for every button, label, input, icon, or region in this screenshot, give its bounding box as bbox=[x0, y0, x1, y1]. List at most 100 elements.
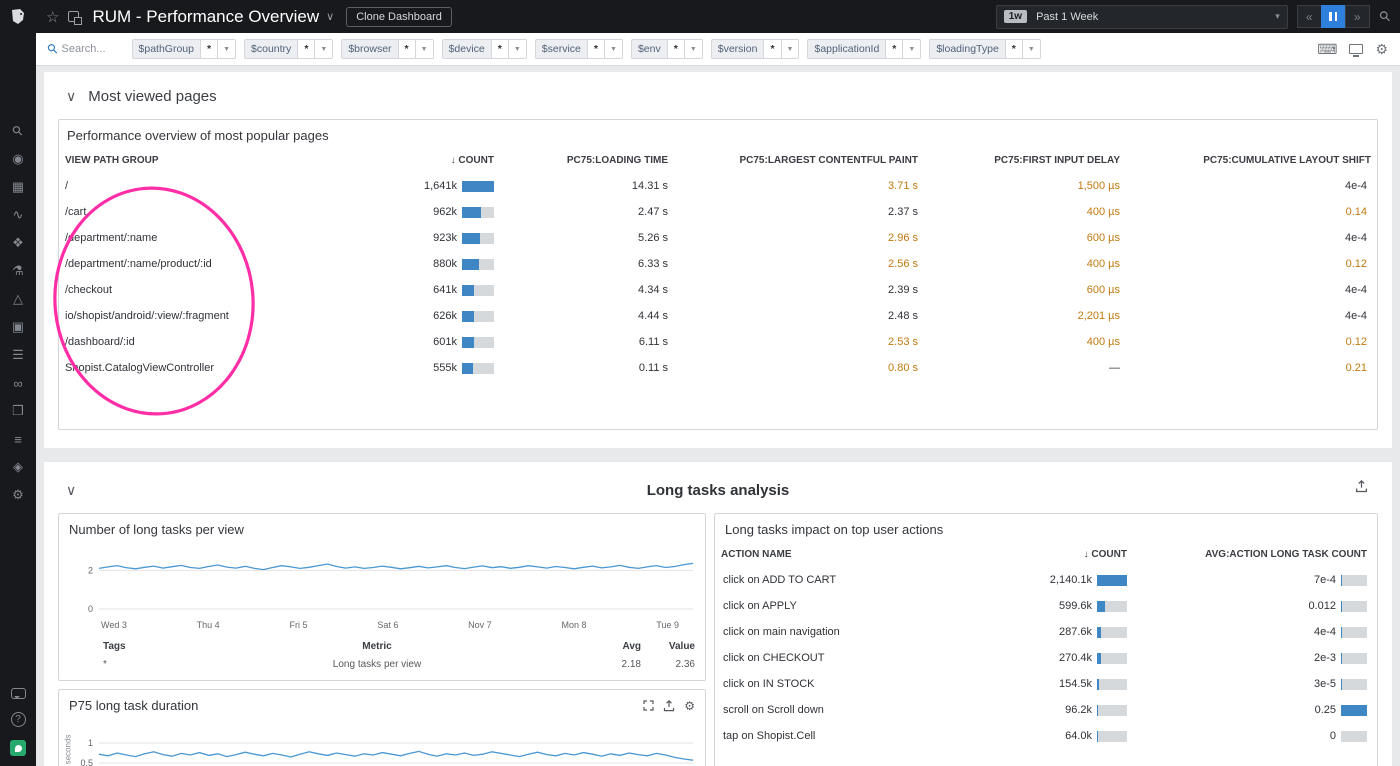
time-forward-button[interactable]: » bbox=[1345, 5, 1370, 28]
monitors-icon[interactable]: ☰ bbox=[12, 341, 24, 369]
x-axis-labels: Wed 3Thu 4Fri 5Sat 6Nov 7Mon 8Tue 9 bbox=[59, 620, 705, 636]
column-loading-time[interactable]: PC75:LOADING TIME bbox=[494, 151, 674, 173]
infrastructure-icon[interactable]: ▣ bbox=[12, 313, 24, 341]
lcp-cell: 0.80 s bbox=[674, 362, 924, 374]
lcp-cell: 2.37 s bbox=[674, 206, 924, 218]
settings-icon[interactable]: ⚙ bbox=[12, 481, 24, 509]
table-row[interactable]: /department/:name/product/:id880k6.33 s2… bbox=[59, 251, 1377, 277]
dashboards-icon[interactable]: ▦ bbox=[12, 173, 24, 201]
column-action-name[interactable]: ACTION NAME bbox=[715, 545, 952, 567]
table-row[interactable]: click on IN STOCK154.5k3e-5 bbox=[715, 671, 1377, 697]
column-avg-long-task-count[interactable]: AVG:ACTION LONG TASK COUNT bbox=[1127, 545, 1377, 567]
title-chevron-down-icon[interactable]: ∨ bbox=[326, 10, 334, 23]
x-tick-label: Wed 3 bbox=[101, 620, 127, 630]
collapse-chevron-icon[interactable]: ∨ bbox=[66, 88, 76, 105]
column-count[interactable]: ↓ COUNT bbox=[369, 151, 494, 173]
search-icon[interactable]: ⚲ bbox=[12, 117, 24, 145]
datadog-logo[interactable] bbox=[0, 0, 36, 33]
legend-row[interactable]: * Long tasks per view 2.18 2.36 bbox=[59, 657, 705, 680]
table-row[interactable]: click on main navigation287.6k4e-4 bbox=[715, 619, 1377, 645]
help-icon[interactable]: ? bbox=[11, 712, 26, 727]
metrics-icon[interactable]: ∿ bbox=[12, 201, 24, 229]
gear-icon[interactable]: ⚙ bbox=[684, 699, 695, 713]
column-lcp[interactable]: PC75:LARGEST CONTENTFUL PAINT bbox=[674, 151, 924, 173]
apm-icon[interactable]: ⚗ bbox=[12, 257, 24, 285]
line-chart[interactable]: 02 bbox=[59, 545, 705, 620]
template-variable-device[interactable]: $device*▼ bbox=[442, 39, 527, 59]
collapse-chevron-icon[interactable]: ∨ bbox=[66, 482, 76, 499]
expand-icon[interactable] bbox=[643, 700, 654, 711]
zoom-out-icon[interactable]: ⚲ bbox=[1375, 7, 1394, 26]
view-path-cell: /checkout bbox=[59, 284, 369, 296]
table-body: click on ADD TO CART2,140.1k7e-4click on… bbox=[715, 567, 1377, 749]
search-input[interactable] bbox=[62, 43, 120, 55]
time-backward-button[interactable]: « bbox=[1297, 5, 1322, 28]
security-icon[interactable]: ◈ bbox=[12, 453, 24, 481]
integrations-icon[interactable]: ∞ bbox=[12, 369, 24, 397]
template-variable-applicationId[interactable]: $applicationId*▼ bbox=[807, 39, 921, 59]
datadog-logo-glyph bbox=[8, 7, 28, 27]
column-count[interactable]: ↓ COUNT bbox=[952, 545, 1127, 567]
export-icon[interactable] bbox=[1355, 480, 1368, 498]
logs-icon[interactable]: ≡ bbox=[12, 425, 24, 453]
tv-mode-icon[interactable] bbox=[1349, 44, 1363, 54]
variable-value: * bbox=[399, 39, 416, 59]
x-tick-label: Sat 6 bbox=[377, 620, 398, 630]
table-row[interactable]: /department/:name923k5.26 s2.96 s600 µs4… bbox=[59, 225, 1377, 251]
notebooks-icon[interactable]: ❒ bbox=[12, 397, 24, 425]
count-cell: 641k bbox=[369, 284, 494, 296]
table-row[interactable]: /checkout641k4.34 s2.39 s600 µs4e-4 bbox=[59, 277, 1377, 303]
column-view-path-group[interactable]: VIEW PATH GROUP bbox=[59, 151, 369, 173]
template-variable-pathGroup[interactable]: $pathGroup*▼ bbox=[132, 39, 237, 59]
table-row[interactable]: /1,641k14.31 s3.71 s1,500 µs4e-4 bbox=[59, 173, 1377, 199]
favorite-star-icon[interactable]: ☆ bbox=[46, 8, 59, 26]
variable-value: * bbox=[764, 39, 781, 59]
clone-dashboard-button[interactable]: Clone Dashboard bbox=[346, 7, 452, 27]
synthetics-icon[interactable]: △ bbox=[12, 285, 24, 313]
template-variable-env[interactable]: $env*▼ bbox=[631, 39, 703, 59]
column-cls[interactable]: PC75:CUMULATIVE LAYOUT SHIFT bbox=[1126, 151, 1377, 173]
table-row[interactable]: io/shopist/android/:view/:fragment626k4.… bbox=[59, 303, 1377, 329]
cls-cell: 0.14 bbox=[1126, 206, 1377, 218]
time-range-selector[interactable]: 1w Past 1 Week ▾ bbox=[996, 5, 1288, 29]
table-row[interactable]: /cart962k2.47 s2.37 s400 µs0.14 bbox=[59, 199, 1377, 225]
export-icon[interactable] bbox=[663, 700, 675, 712]
chat-icon[interactable] bbox=[11, 688, 26, 699]
cls-cell: 4e-4 bbox=[1126, 310, 1377, 322]
pause-button[interactable] bbox=[1321, 5, 1346, 28]
svg-text:1: 1 bbox=[88, 738, 93, 748]
action-name-cell: tap on Shopist.Cell bbox=[715, 730, 952, 742]
chevron-down-icon: ▼ bbox=[315, 39, 333, 59]
table-row[interactable]: scroll on Scroll down96.2k0.25 bbox=[715, 697, 1377, 723]
settings-gear-icon[interactable]: ⚙ bbox=[1375, 41, 1388, 58]
template-variable-service[interactable]: $service*▼ bbox=[535, 39, 623, 59]
table-row[interactable]: /dashboard/:id601k6.11 s2.53 s400 µs0.12 bbox=[59, 329, 1377, 355]
table-row[interactable]: click on ADD TO CART2,140.1k7e-4 bbox=[715, 567, 1377, 593]
chevron-down-icon: ▼ bbox=[903, 39, 921, 59]
keyboard-shortcuts-icon[interactable]: ⌨ bbox=[1317, 41, 1337, 58]
section-title: Long tasks analysis bbox=[44, 482, 1392, 499]
table-row[interactable]: click on CHECKOUT270.4k2e-3 bbox=[715, 645, 1377, 671]
datadog-green-icon[interactable] bbox=[10, 740, 26, 756]
column-fid[interactable]: PC75:FIRST INPUT DELAY bbox=[924, 151, 1126, 173]
table-row[interactable]: click on APPLY599.6k0.012 bbox=[715, 593, 1377, 619]
cls-cell: 4e-4 bbox=[1126, 232, 1377, 244]
svg-text:0: 0 bbox=[88, 604, 93, 614]
table-row[interactable]: Shopist.CatalogViewController555k0.11 s0… bbox=[59, 355, 1377, 381]
template-variable-browser[interactable]: $browser*▼ bbox=[341, 39, 433, 59]
watchdog-icon[interactable]: ◉ bbox=[12, 145, 24, 173]
variable-value: * bbox=[492, 39, 509, 59]
template-variables: $pathGroup*▼ $country*▼ $browser*▼ $device*… bbox=[132, 39, 1041, 59]
table-row[interactable]: tap on Shopist.Cell64.0k0 bbox=[715, 723, 1377, 749]
legend-value: 2.36 bbox=[641, 659, 695, 670]
variable-value: * bbox=[298, 39, 315, 59]
search-box[interactable]: ⚲ bbox=[48, 41, 120, 57]
count-cell: 923k bbox=[369, 232, 494, 244]
network-icon[interactable]: ❖ bbox=[12, 229, 24, 257]
template-variable-version[interactable]: $version*▼ bbox=[711, 39, 800, 59]
template-variable-loadingType[interactable]: $loadingType*▼ bbox=[929, 39, 1041, 59]
variable-label: $version bbox=[711, 39, 765, 59]
lcp-cell: 3.71 s bbox=[674, 180, 924, 192]
template-variable-country[interactable]: $country*▼ bbox=[244, 39, 333, 59]
line-chart[interactable]: seconds 0.51 bbox=[59, 721, 705, 766]
